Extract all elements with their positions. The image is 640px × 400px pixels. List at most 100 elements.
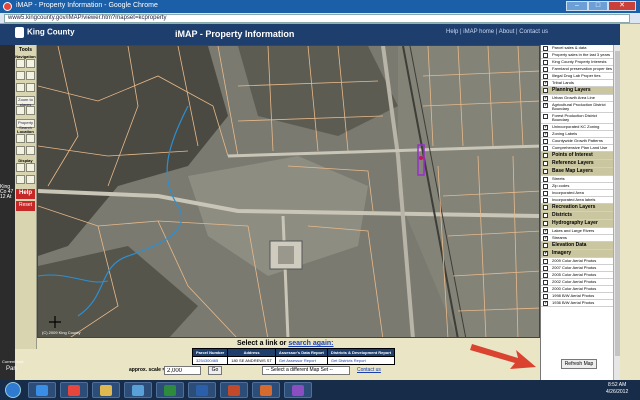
layer-checkbox[interactable]: ✓ bbox=[543, 301, 548, 306]
layers-scrollbar[interactable] bbox=[613, 45, 620, 380]
layer-item[interactable]: Incorporated Area labels bbox=[541, 197, 613, 204]
header-links[interactable]: Help | iMAP home | About | Contact us bbox=[446, 29, 548, 35]
layer-group[interactable]: Base Map Layers bbox=[541, 168, 613, 176]
layer-checkbox[interactable] bbox=[543, 74, 548, 79]
layer-item[interactable]: ✓ Urban Growth Area Line bbox=[541, 95, 613, 102]
minimize-button[interactable]: – bbox=[566, 1, 588, 11]
link-icon[interactable] bbox=[26, 175, 35, 184]
layer-item[interactable]: Zip codes bbox=[541, 183, 613, 190]
print-icon[interactable] bbox=[16, 163, 25, 172]
layer-group[interactable]: Reference Layers bbox=[541, 160, 613, 168]
layer-group[interactable]: Recreation Layers bbox=[541, 204, 613, 212]
layer-item[interactable]: King County Property Interests bbox=[541, 59, 613, 66]
layer-item[interactable]: Parcel sales & data bbox=[541, 45, 613, 52]
layer-item[interactable]: 2005 Color Aerial Photos bbox=[541, 272, 613, 279]
layer-item[interactable]: ✓ Streams bbox=[541, 235, 613, 242]
layer-checkbox[interactable] bbox=[543, 177, 548, 182]
buffer-icon[interactable] bbox=[16, 146, 25, 155]
layer-checkbox[interactable] bbox=[543, 67, 548, 72]
locate-icon[interactable] bbox=[16, 134, 25, 143]
layer-checkbox[interactable] bbox=[543, 280, 548, 285]
layer-checkbox[interactable] bbox=[543, 243, 548, 248]
layer-checkbox[interactable] bbox=[543, 161, 548, 166]
start-button[interactable] bbox=[5, 382, 21, 398]
layer-group[interactable]: Hydrography Layer bbox=[541, 220, 613, 228]
taskbar-media[interactable] bbox=[124, 382, 152, 398]
pan-icon[interactable] bbox=[16, 71, 25, 80]
layer-item[interactable]: Streets bbox=[541, 176, 613, 183]
identify-icon[interactable] bbox=[16, 106, 25, 115]
next-view-icon[interactable] bbox=[26, 83, 35, 92]
zoom-in-icon[interactable] bbox=[16, 59, 25, 68]
layer-checkbox[interactable]: ✓ bbox=[543, 251, 548, 256]
taskbar-excel[interactable] bbox=[156, 382, 184, 398]
king-county-logo[interactable]: King County bbox=[15, 27, 75, 38]
parcel-number-link[interactable]: 3254300465 bbox=[191, 356, 229, 365]
layer-item[interactable]: Incorporated Area bbox=[541, 190, 613, 197]
layer-checkbox[interactable] bbox=[543, 139, 548, 144]
layer-checkbox[interactable]: ✓ bbox=[543, 132, 548, 137]
layer-item[interactable]: ✓ Zoning Labels bbox=[541, 131, 613, 138]
layer-checkbox[interactable] bbox=[543, 46, 548, 51]
layer-item[interactable]: 2000 Color Aerial Photos bbox=[541, 286, 613, 293]
layer-checkbox[interactable] bbox=[543, 146, 548, 151]
layer-item[interactable]: Forest Production District Boundary bbox=[541, 113, 613, 124]
taskbar-explorer[interactable] bbox=[92, 382, 120, 398]
layer-checkbox[interactable] bbox=[543, 88, 548, 93]
layer-checkbox[interactable] bbox=[543, 266, 548, 271]
layer-checkbox[interactable]: ✓ bbox=[543, 103, 548, 108]
mapset-select[interactable]: -- Select a different Map Set -- bbox=[262, 366, 350, 375]
legend-icon[interactable] bbox=[26, 163, 35, 172]
layer-checkbox[interactable]: ✓ bbox=[543, 81, 548, 86]
layer-checkbox[interactable] bbox=[543, 198, 548, 203]
layer-checkbox[interactable] bbox=[543, 153, 548, 158]
previous-view-icon[interactable] bbox=[16, 83, 25, 92]
reset-button[interactable]: Reset bbox=[16, 201, 35, 211]
layer-checkbox[interactable] bbox=[543, 259, 548, 264]
layer-group[interactable]: Elevation Data bbox=[541, 242, 613, 250]
refresh-map-button[interactable]: Refresh Map bbox=[561, 359, 597, 369]
layer-item[interactable]: Illegal Drug Lab Proper ties bbox=[541, 73, 613, 80]
layer-checkbox[interactable] bbox=[543, 184, 548, 189]
map-view[interactable] bbox=[37, 45, 540, 338]
layer-item[interactable]: ✓ 1936 B/W Aerial Photos bbox=[541, 300, 613, 307]
taskbar-clock[interactable]: 8:52 AM 4/26/2012 bbox=[606, 382, 628, 396]
taskbar-ie[interactable] bbox=[28, 382, 56, 398]
taskbar-word[interactable] bbox=[188, 382, 216, 398]
districts-report-link[interactable]: Get Districts Report bbox=[326, 356, 396, 365]
zoom-out-icon[interactable] bbox=[26, 59, 35, 68]
taskbar-app[interactable] bbox=[252, 382, 280, 398]
search-icon[interactable] bbox=[26, 134, 35, 143]
layer-item[interactable]: 2009 Color Aerial Photos bbox=[541, 258, 613, 265]
layer-checkbox[interactable] bbox=[543, 273, 548, 278]
full-extent-icon[interactable] bbox=[26, 71, 35, 80]
layer-checkbox[interactable]: ✓ bbox=[543, 236, 548, 241]
layer-item[interactable]: Countywide Growth Patterns bbox=[541, 138, 613, 145]
measure-icon[interactable] bbox=[26, 106, 35, 115]
layer-checkbox[interactable]: ✓ bbox=[543, 96, 548, 101]
layer-checkbox[interactable] bbox=[543, 53, 548, 58]
scale-input[interactable] bbox=[164, 366, 201, 375]
select-icon[interactable] bbox=[26, 146, 35, 155]
layer-group[interactable]: Points of Interest bbox=[541, 152, 613, 160]
layer-checkbox[interactable] bbox=[543, 114, 548, 119]
layer-group[interactable]: Planning Layers bbox=[541, 87, 613, 95]
url-field[interactable]: www5.kingcounty.gov/iMAP/viewer.htm?maps… bbox=[4, 14, 630, 23]
layer-checkbox[interactable]: ✓ bbox=[543, 229, 548, 234]
layer-checkbox[interactable]: ✓ bbox=[543, 125, 548, 130]
maximize-button[interactable]: □ bbox=[588, 1, 608, 11]
taskbar-app[interactable] bbox=[284, 382, 312, 398]
layer-item[interactable]: 2002 Color Aerial Photos bbox=[541, 279, 613, 286]
scrollbar-thumb[interactable] bbox=[615, 51, 620, 356]
zoom-to-places-button[interactable]: Zoom to places bbox=[16, 96, 35, 107]
overview-icon[interactable] bbox=[16, 175, 25, 184]
contact-us-link[interactable]: Contact us bbox=[357, 367, 381, 373]
layer-checkbox[interactable] bbox=[543, 287, 548, 292]
search-again-link[interactable]: search again: bbox=[288, 340, 333, 347]
layer-item[interactable]: 1998 B/W Aerial Photos bbox=[541, 293, 613, 300]
layer-item[interactable]: Farmland preservation proper ties bbox=[541, 66, 613, 73]
layer-checkbox[interactable] bbox=[543, 221, 548, 226]
layer-checkbox[interactable] bbox=[543, 191, 548, 196]
go-button[interactable]: Go bbox=[208, 366, 222, 375]
taskbar-chrome[interactable] bbox=[60, 382, 88, 398]
